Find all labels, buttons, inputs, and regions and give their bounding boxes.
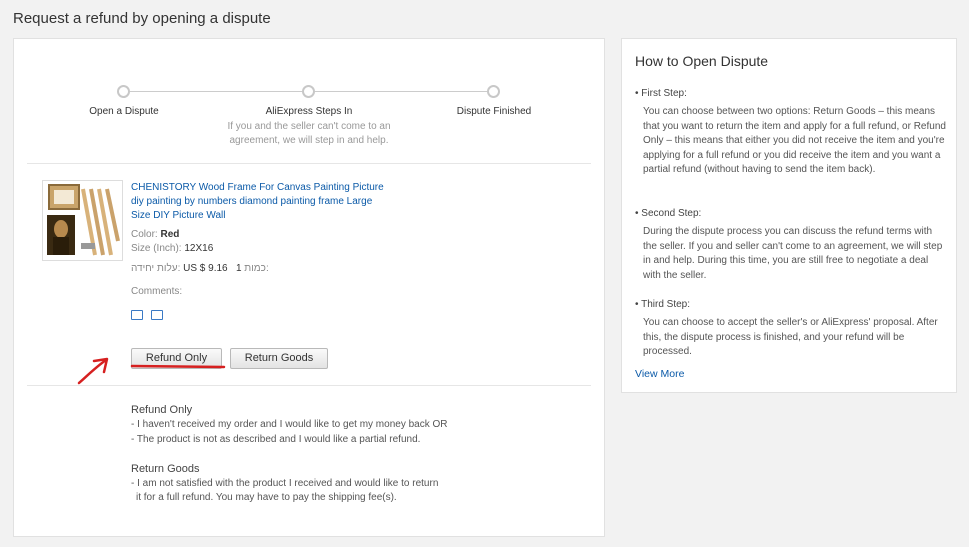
divider xyxy=(27,163,591,164)
comments-label: Comments: xyxy=(131,286,183,297)
unit-price-value: US $ 9.16 xyxy=(183,263,228,274)
help-panel: How to Open Dispute • First Step: You ca… xyxy=(621,38,957,393)
third-step-text: You can choose to accept the seller's or… xyxy=(643,317,938,357)
view-more-link[interactable]: View More xyxy=(635,368,684,380)
step-dot-3 xyxy=(487,85,500,98)
step-dot-2 xyxy=(302,85,315,98)
step-label-open: Open a Dispute xyxy=(89,106,159,117)
divider xyxy=(27,385,591,386)
help-title: How to Open Dispute xyxy=(635,53,769,69)
file-icon[interactable] xyxy=(151,310,163,320)
product-price-qty: עלות יחידה: US $ 9.16 1 כמות: xyxy=(131,263,269,274)
product-thumbnail[interactable] xyxy=(42,180,123,261)
return-goods-line: it for a full refund. You may have to pa… xyxy=(136,492,397,503)
unit-price-label: עלות יחידה: xyxy=(131,263,181,274)
refund-only-heading: Refund Only xyxy=(131,404,193,416)
size-label: Size (Inch): xyxy=(131,243,182,254)
return-goods-line: - I am not satisfied with the product I … xyxy=(131,478,439,489)
second-step-title: • Second Step: xyxy=(635,208,702,219)
color-label: Color: xyxy=(131,229,158,240)
first-step-text: You can choose between two options: Retu… xyxy=(643,106,946,175)
qty-label: כמות: xyxy=(244,263,269,274)
product-color: Color: Red xyxy=(131,229,179,240)
product-size: Size (Inch): 12X16 xyxy=(131,243,213,254)
third-step-title: • Third Step: xyxy=(635,299,691,310)
dispute-panel: Open a Dispute AliExpress Steps In Dispu… xyxy=(13,38,605,537)
step-dot-1 xyxy=(117,85,130,98)
size-value: 12X16 xyxy=(184,243,214,254)
page-title: Request a refund by opening a dispute xyxy=(13,10,271,27)
second-step-text: During the dispute process you can discu… xyxy=(643,226,943,281)
image-icon[interactable] xyxy=(131,310,143,320)
return-goods-heading: Return Goods xyxy=(131,463,200,475)
step-label-steps-in: AliExpress Steps In xyxy=(265,106,353,117)
return-goods-button[interactable]: Return Goods xyxy=(230,348,328,369)
first-step-title: • First Step: xyxy=(635,88,687,99)
red-arrow-annotation xyxy=(77,357,226,385)
color-value: Red xyxy=(160,229,180,240)
refund-only-line: - The product is not as described and I … xyxy=(131,434,421,445)
step-label-finished: Dispute Finished xyxy=(456,106,532,117)
refund-only-line: - I haven't received my order and I woul… xyxy=(131,419,448,430)
qty-value: 1 xyxy=(235,263,242,274)
step-note: If you and the seller can't come to an a… xyxy=(227,121,391,146)
product-title-link[interactable]: CHENISTORY Wood Frame For Canvas Paintin… xyxy=(131,181,391,223)
